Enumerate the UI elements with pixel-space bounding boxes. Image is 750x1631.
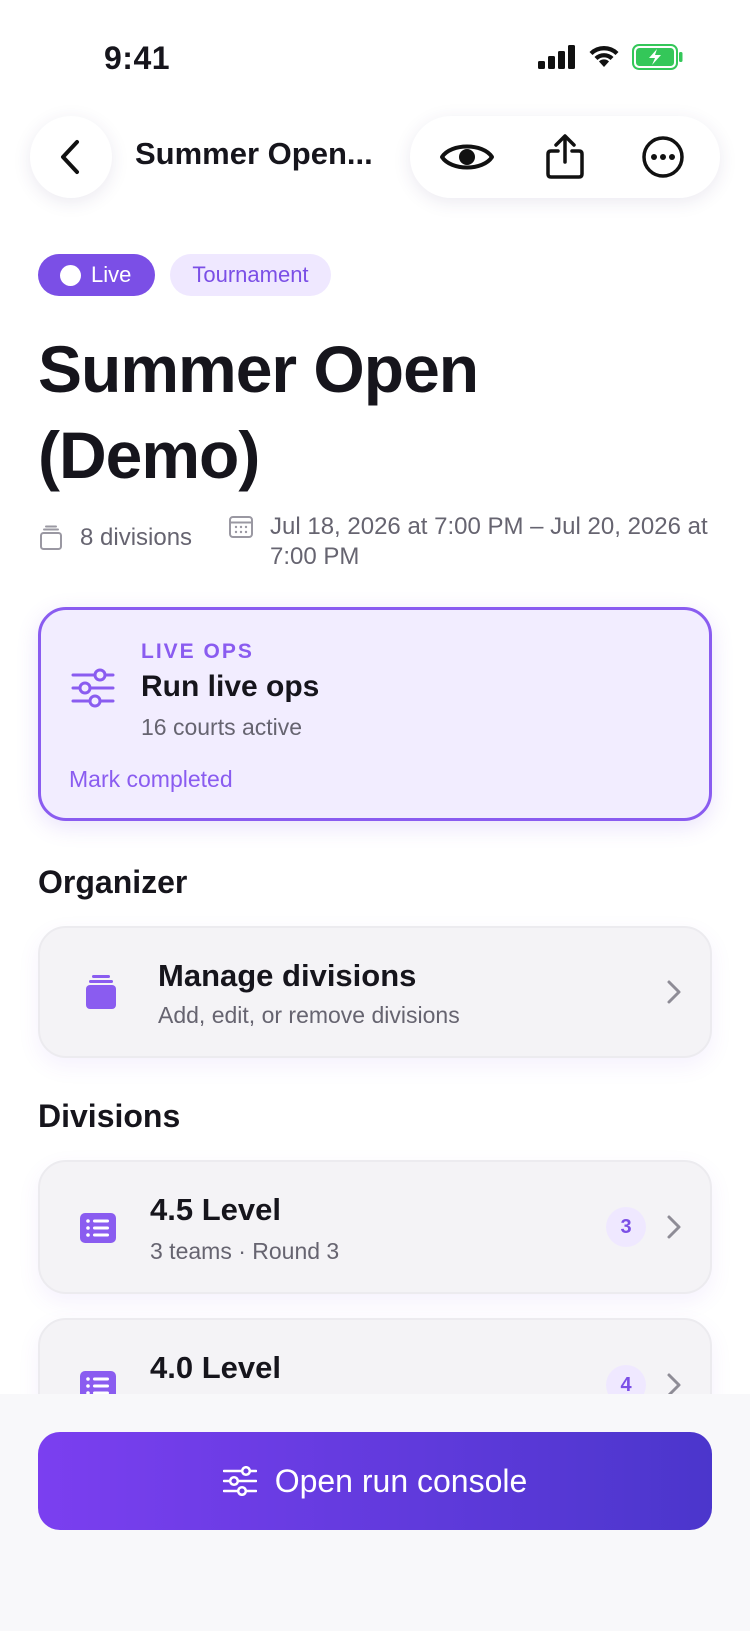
more-horizontal-icon [642, 136, 684, 178]
chevron-left-icon [61, 140, 79, 174]
live-badge-label: Live [91, 262, 132, 287]
date-meta: Jul 18, 2026 at 7:00 PM – Jul 20, 2026 a… [228, 512, 720, 572]
organizer-heading: Organizer [38, 864, 188, 900]
division-count-badge: 3 [606, 1207, 646, 1247]
event-badges: Live Tournament [38, 254, 331, 296]
sliders-icon [71, 668, 115, 708]
share-button[interactable] [530, 122, 600, 192]
live-ops-title: Run live ops [141, 670, 320, 703]
chevron-right-icon [667, 980, 681, 1004]
open-run-console-label: Open run console [274, 1462, 528, 1499]
division-title: 4.5 Level [150, 1192, 281, 1227]
sliders-icon [222, 1466, 257, 1496]
open-run-console-button[interactable]: Open run console [38, 1432, 712, 1530]
mark-completed-link[interactable]: Mark completed [69, 766, 233, 793]
chevron-right-icon [667, 1215, 681, 1239]
divisions-heading: Divisions [38, 1098, 181, 1134]
back-button[interactable] [30, 116, 112, 198]
share-icon [546, 134, 584, 179]
manage-divisions-card[interactable]: Manage divisions Add, edit, or remove di… [38, 926, 712, 1058]
live-status-badge: Live [38, 254, 156, 296]
event-type-badge: Tournament [170, 254, 331, 296]
bottom-action-bar: Open run console [0, 1394, 750, 1631]
live-ops-subtitle: 16 courts active [141, 714, 303, 740]
division-subtitle: 3 teams · Round 3 [150, 1238, 340, 1264]
manage-divisions-subtitle: Add, edit, or remove divisions [158, 1002, 460, 1028]
page-title-line-1: Summer Open [38, 332, 479, 406]
divisions-count: 8 divisions [80, 524, 193, 551]
stack-icon [40, 525, 62, 550]
status-time: 9:41 [104, 40, 171, 76]
division-title: 4.0 Level [150, 1350, 281, 1385]
eye-icon [440, 144, 494, 170]
nav-title: Summer Open... [135, 136, 373, 171]
stack-filled-icon [86, 975, 116, 1009]
event-date-range: Jul 18, 2026 at 7:00 PM – Jul 20, 2026 a… [270, 513, 708, 570]
divisions-meta: 8 divisions [38, 524, 192, 552]
more-button[interactable] [628, 122, 698, 192]
status-icons [538, 44, 684, 70]
battery-charging-icon [632, 44, 683, 70]
live-ops-card[interactable]: LIVE OPS Run live ops 16 courts active M… [38, 607, 712, 821]
nav-bar: Summer Open... [30, 116, 720, 198]
calendar-icon [229, 516, 253, 538]
wifi-icon [589, 45, 619, 67]
status-bar: 9:41 [0, 0, 750, 110]
division-row[interactable]: 4.5 Level 3 teams · Round 3 3 [38, 1160, 712, 1294]
list-icon [80, 1213, 116, 1243]
cellular-signal-icon [538, 45, 575, 69]
nav-actions [410, 116, 720, 198]
page-title: Summer Open (Demo) [38, 326, 698, 498]
live-dot-icon [60, 264, 81, 286]
preview-button[interactable] [432, 122, 502, 192]
live-ops-eyebrow: LIVE OPS [141, 640, 254, 663]
page-title-line-2: (Demo) [38, 418, 260, 492]
manage-divisions-title: Manage divisions [158, 958, 417, 993]
